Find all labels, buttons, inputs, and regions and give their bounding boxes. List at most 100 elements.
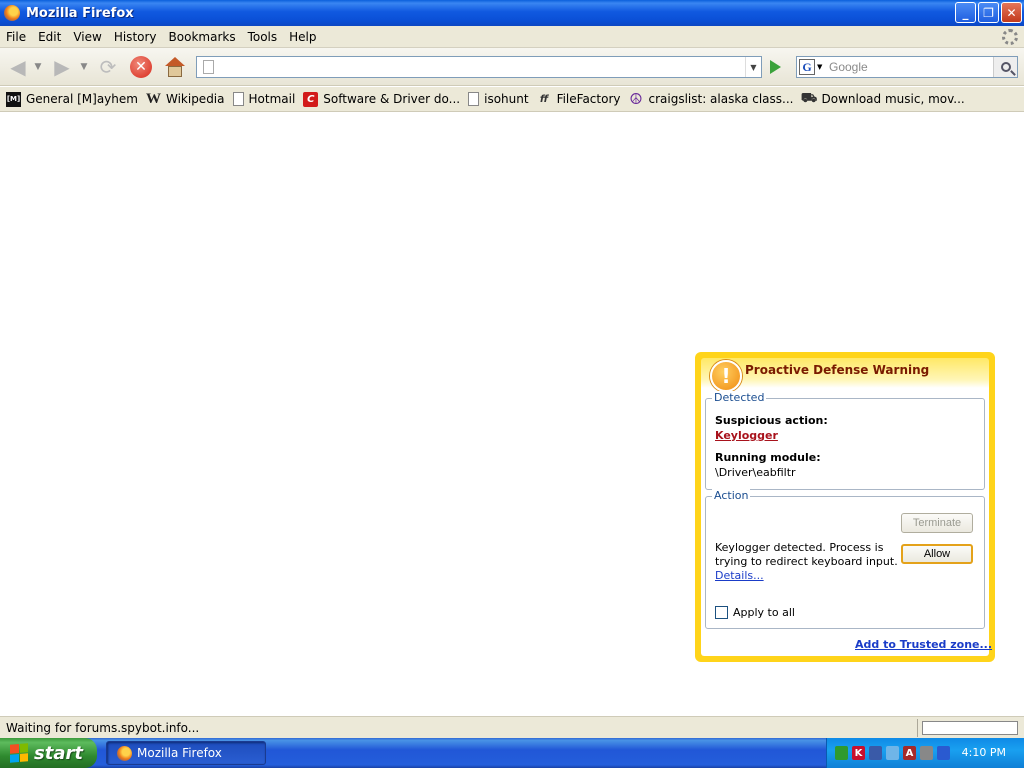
back-arrow-icon: ◀ [10, 55, 26, 79]
chevron-down-icon: ▼ [80, 62, 88, 72]
details-link[interactable]: Details... [715, 569, 764, 582]
apply-to-all-label[interactable]: Apply to all [733, 606, 795, 619]
system-tray: K A 4:10 PM [826, 738, 1024, 768]
back-button[interactable]: ◀ [4, 54, 32, 80]
description-text: Keylogger detected. Process is trying to… [715, 541, 898, 568]
download-icon: ⛟ [800, 90, 818, 106]
taskbar-button-firefox[interactable]: Mozilla Firefox [106, 741, 266, 765]
page-icon [232, 92, 244, 106]
wireless-tray-icon[interactable] [886, 746, 899, 760]
google-icon: G [799, 59, 815, 75]
reload-button[interactable]: ⟳ [94, 54, 122, 80]
menu-edit[interactable]: Edit [32, 30, 67, 44]
wikipedia-icon: W [145, 90, 161, 107]
bookmark-filefactory[interactable]: ff FileFactory [537, 92, 621, 107]
bookmark-software-driver[interactable]: C Software & Driver do... [303, 91, 460, 107]
menu-bar: File Edit View History Bookmarks Tools H… [0, 26, 1024, 48]
status-bar: Waiting for forums.spybot.info... [0, 716, 1024, 738]
apply-to-all-checkbox[interactable] [715, 606, 728, 619]
allow-button[interactable]: Allow [901, 544, 973, 564]
home-button[interactable] [162, 54, 188, 80]
search-button[interactable] [993, 57, 1017, 77]
messenger-tray-icon[interactable] [835, 746, 848, 760]
software-icon: C [303, 91, 319, 107]
url-history-dropdown[interactable]: ▼ [745, 57, 761, 77]
forward-arrow-icon: ▶ [54, 55, 70, 79]
add-trusted-zone-link[interactable]: Add to Trusted zone... [855, 638, 992, 651]
menu-file[interactable]: File [0, 30, 32, 44]
volume-tray-icon[interactable] [920, 746, 933, 760]
close-button[interactable]: ✕ [1001, 2, 1022, 23]
popup-title: Proactive Defense Warning [745, 363, 930, 377]
filefactory-icon: ff [539, 93, 549, 105]
action-group-label: Action [712, 489, 751, 502]
search-engine-selector[interactable]: G ▼ [799, 58, 827, 76]
taskbar: start Mozilla Firefox K A 4:10 PM [0, 738, 1024, 768]
window-title: Mozilla Firefox [26, 5, 134, 21]
bookmark-hotmail[interactable]: Hotmail [232, 92, 296, 106]
stop-button[interactable]: ✕ [128, 54, 154, 80]
start-button[interactable]: start [0, 738, 97, 768]
start-label: start [34, 742, 83, 764]
terminate-button[interactable]: Terminate [901, 513, 973, 533]
adobe-tray-icon[interactable]: A [903, 746, 916, 760]
url-input[interactable] [219, 59, 739, 75]
forward-history-dropdown[interactable]: ▼ [78, 54, 90, 80]
bookmark-label: isohunt [484, 92, 529, 106]
bookmark-download-music[interactable]: ⛟ Download music, mov... [800, 90, 965, 107]
bookmark-general-mayhem[interactable]: [M] General [M]ayhem [6, 91, 138, 107]
bookmark-label: Download music, mov... [821, 92, 965, 106]
menu-bookmarks[interactable]: Bookmarks [163, 30, 242, 44]
firefox-icon [117, 745, 132, 761]
go-arrow-icon [769, 60, 781, 74]
throbber-icon [1002, 29, 1018, 45]
forward-button[interactable]: ▶ [48, 54, 76, 80]
battery-tray-icon[interactable] [937, 746, 950, 760]
suspicious-action-link[interactable]: Keylogger [715, 429, 778, 442]
peace-icon: ☮ [629, 90, 643, 108]
restore-button[interactable]: ❐ [978, 2, 999, 23]
search-bar[interactable]: G ▼ [796, 56, 1018, 78]
progress-meter [922, 721, 1018, 735]
bookmark-isohunt[interactable]: isohunt [468, 92, 529, 106]
bookmark-label: Hotmail [248, 92, 296, 106]
title-bar[interactable]: Mozilla Firefox _ ❐ ✕ [0, 0, 1024, 26]
go-button[interactable] [764, 56, 786, 78]
taskbar-button-label: Mozilla Firefox [137, 746, 222, 760]
page-icon [468, 92, 480, 106]
status-divider [917, 719, 918, 737]
firefox-icon [4, 5, 20, 21]
search-icon [1000, 62, 1011, 72]
bookmark-label: General [M]ayhem [26, 92, 138, 106]
page-icon [203, 60, 214, 74]
bookmark-wikipedia[interactable]: W Wikipedia [145, 90, 225, 107]
kaspersky-tray-icon[interactable]: K [852, 746, 865, 760]
home-icon [165, 57, 185, 77]
back-history-dropdown[interactable]: ▼ [32, 54, 44, 80]
bookmarks-toolbar: [M] General [M]ayhem W Wikipedia Hotmail… [0, 87, 1024, 112]
reload-icon: ⟳ [99, 55, 117, 79]
windows-logo-icon [10, 743, 28, 763]
menu-view[interactable]: View [67, 30, 107, 44]
menu-tools[interactable]: Tools [242, 30, 284, 44]
menu-help[interactable]: Help [283, 30, 322, 44]
clock[interactable]: 4:10 PM [962, 746, 1006, 759]
menu-history[interactable]: History [108, 30, 163, 44]
running-module-value: \Driver\eabfiltr [715, 466, 796, 479]
suspicious-action-label: Suspicious action: [715, 414, 828, 427]
chevron-down-icon: ▼ [817, 63, 823, 71]
url-bar[interactable]: ▼ [196, 56, 762, 78]
window-controls: _ ❐ ✕ [955, 2, 1022, 23]
detection-description: Keylogger detected. Process is trying to… [715, 541, 901, 583]
gm-icon: [M] [6, 91, 21, 107]
stop-icon: ✕ [130, 56, 152, 78]
search-input[interactable] [829, 59, 989, 75]
bookmark-label: craigslist: alaska class... [648, 92, 794, 106]
minimize-button[interactable]: _ [955, 2, 976, 23]
bookmark-label: Wikipedia [165, 92, 225, 106]
network-tray-icon[interactable] [869, 746, 882, 760]
bookmark-craigslist[interactable]: ☮ craigslist: alaska class... [628, 90, 794, 108]
detected-group-label: Detected [712, 391, 767, 404]
warning-icon: ! [710, 360, 742, 392]
chevron-down-icon: ▼ [34, 62, 42, 72]
